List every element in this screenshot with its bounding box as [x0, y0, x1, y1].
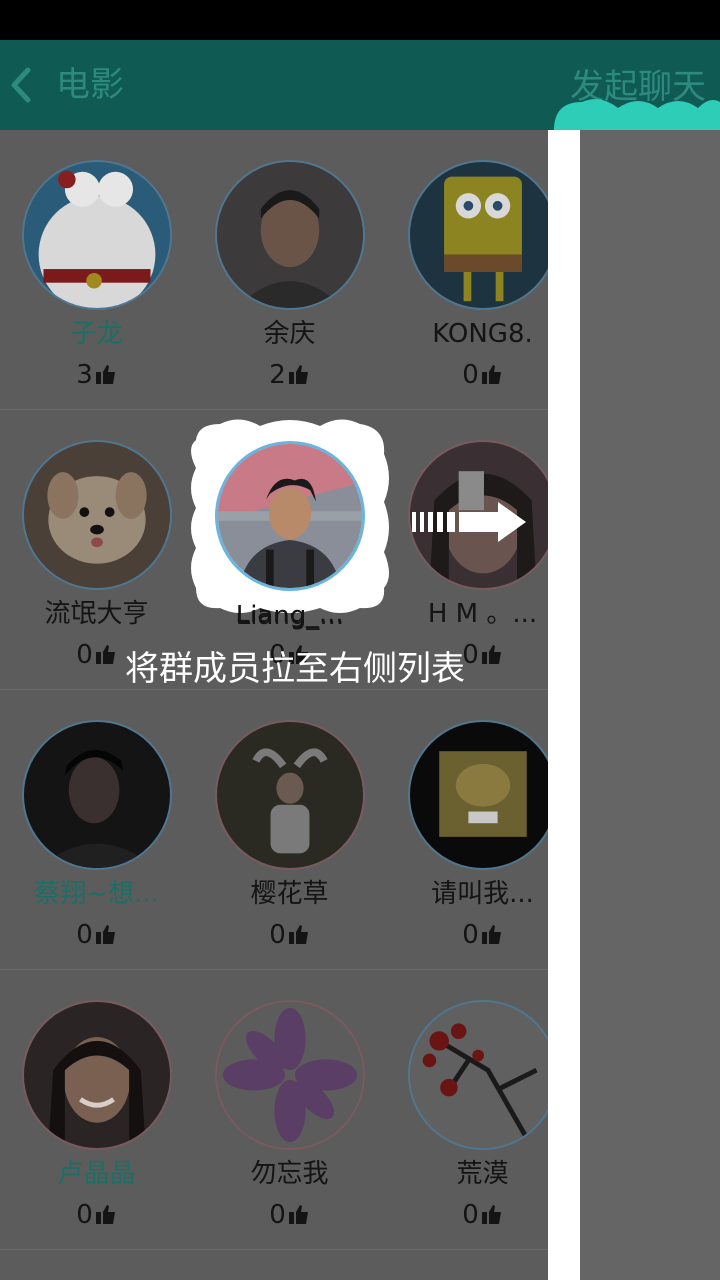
thumbs-up-icon [481, 365, 501, 384]
member-cell[interactable]: 勿忘我 0 [193, 970, 386, 1250]
member-grid: 子龙 3 余庆 2 KONG8. 0 流氓大亨 0 Liang_... 0 H … [0, 130, 580, 1280]
member-name: 子龙 [70, 319, 123, 349]
page-title: 电影 [56, 65, 124, 105]
purple-flower-avatar[interactable] [215, 1000, 365, 1150]
woman-smile-avatar[interactable] [22, 1000, 172, 1150]
member-cell[interactable]: 蔡翔~想... 0 [0, 690, 193, 970]
row-divider [0, 1249, 580, 1250]
thumbs-up-icon [95, 365, 115, 384]
member-cell[interactable]: 子龙 3 [0, 130, 193, 410]
man-photo-avatar[interactable] [215, 160, 365, 310]
thumbs-up-icon [95, 925, 115, 944]
like-count: 2 [193, 358, 386, 392]
member-row: 卢晶晶 0 勿忘我 0 荒漠 0 [0, 970, 580, 1250]
member-name: 勿忘我 [250, 1159, 329, 1189]
member-cell[interactable]: 余庆 2 [193, 130, 386, 410]
heart-pose-avatar[interactable] [215, 720, 365, 870]
thumbs-up-icon [288, 365, 308, 384]
status-bar [0, 0, 720, 40]
drag-hint-text: 将群成员拉至右侧列表 [125, 649, 465, 689]
dragged-member-avatar[interactable] [215, 441, 365, 591]
like-count: 0 [0, 918, 193, 952]
like-count: 0 [193, 918, 386, 952]
member-cell[interactable]: 卢晶晶 0 [0, 970, 193, 1250]
red-tree-avatar[interactable] [408, 1000, 558, 1150]
puppy-avatar[interactable] [22, 440, 172, 590]
like-count: 0 [193, 1198, 386, 1232]
member-name: 流氓大亨 [44, 599, 149, 629]
thumbs-up-icon [288, 925, 308, 944]
thumbs-up-icon [95, 1205, 115, 1224]
member-name: 卢晶晶 [57, 1159, 136, 1189]
member-name: 樱花草 [250, 879, 329, 909]
member-row: 蔡翔~想... 0 樱花草 0 请叫我... 0 [0, 690, 580, 970]
spongebob-avatar[interactable] [408, 160, 558, 310]
thumbs-up-icon [288, 1205, 308, 1224]
member-cell[interactable]: 樱花草 0 [193, 690, 386, 970]
member-name: 蔡翔~想... [34, 879, 159, 909]
dark-portrait-avatar[interactable] [22, 720, 172, 870]
dragged-member-name: Liang_... [235, 601, 345, 631]
drag-right-arrow-icon [412, 502, 526, 542]
thumbs-up-icon [481, 925, 501, 944]
thumbs-up-icon [481, 1205, 501, 1224]
tiger-avatar[interactable] [408, 720, 558, 870]
like-count: 0 [0, 1198, 193, 1232]
member-name: 余庆 [263, 319, 316, 349]
doraemon-avatar[interactable] [22, 160, 172, 310]
member-row: 子龙 3 余庆 2 KONG8. 0 [0, 130, 580, 410]
like-count: 3 [0, 358, 193, 392]
scalloped-panel-edge [548, 99, 720, 1280]
back-arrow-icon[interactable] [4, 62, 44, 108]
